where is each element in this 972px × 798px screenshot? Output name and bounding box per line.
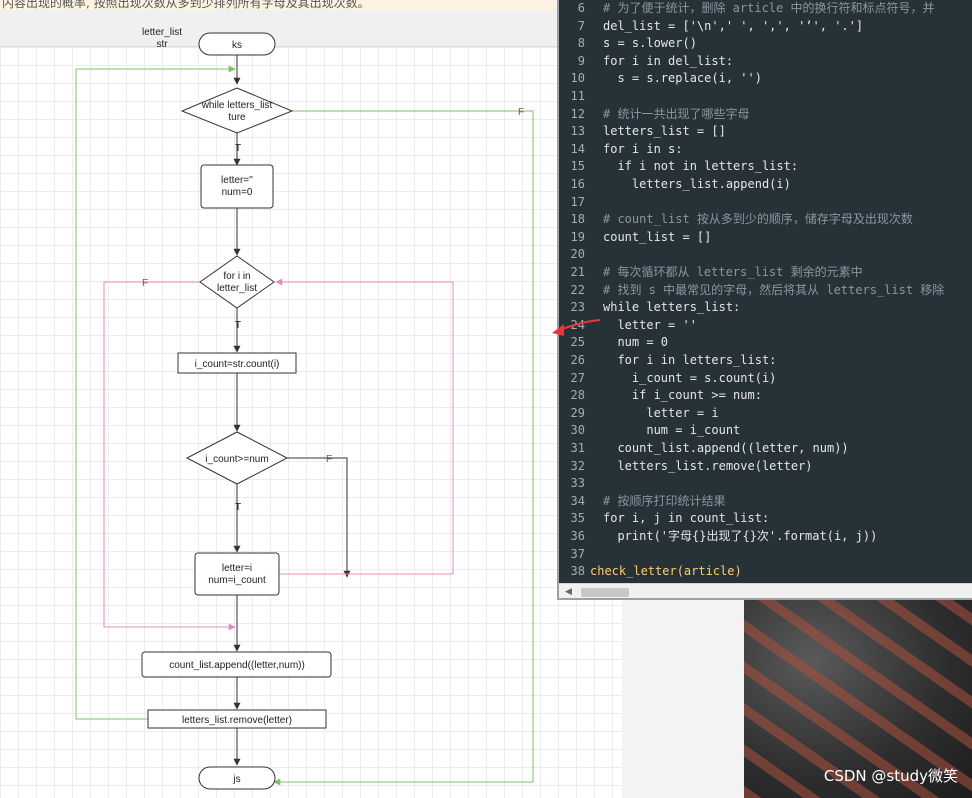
if-label: i_count>=num: [205, 454, 268, 465]
horizontal-scrollbar[interactable]: ◀: [559, 583, 972, 598]
append-label: count_list.append((letter,num)): [169, 660, 305, 671]
code-line: 35 for i, j in count_list:: [570, 511, 770, 526]
append-process[interactable]: count_list.append((letter,num)): [141, 651, 332, 678]
code-line: 8s = s.lower(): [577, 36, 697, 51]
code-line: 10 s = s.replace(i, ''): [570, 71, 762, 86]
while-false-label: F: [518, 107, 524, 118]
code-line: 17: [570, 194, 585, 209]
init-process[interactable]: letter='' num=0: [200, 164, 274, 209]
for-true-label: T: [235, 320, 241, 331]
flowchart: letter_list str ks while letters_list tu…: [75, 27, 534, 790]
code-line: 20: [570, 247, 585, 262]
code-line: 34 # 按顺序打印统计结果: [570, 493, 726, 508]
scrollbar-thumb[interactable]: [581, 588, 629, 597]
code-line: 9 for i in del_list:: [577, 53, 734, 68]
for-label-line1: for i in: [223, 271, 250, 282]
annotation-arrow: [552, 319, 601, 336]
code-line: 37: [570, 546, 585, 561]
code-line: 6 # 为了便于统计，删除 article 中的换行符和标点符号，并: [577, 1, 935, 15]
code-line: 7 del_list = ['\n',' ', ',', '’', '.']: [577, 18, 864, 33]
while-true-label: T: [235, 143, 241, 154]
count-label: i_count=str.count(i): [195, 359, 280, 370]
assign-line2: num=i_count: [208, 575, 266, 586]
code-line: 21 # 每次循环都从 letters_list 剩余的元素中: [570, 265, 863, 279]
while-label-line2: ture: [228, 112, 246, 123]
background-photo: CSDN @study微笑: [744, 600, 972, 798]
code-line: 28 if i_count >= num:: [570, 388, 762, 403]
code-area[interactable]: 6 # 为了便于统计，删除 article 中的换行符和标点符号，并 7 del_l…: [559, 0, 972, 583]
code-line: 13 letters_list = []: [570, 124, 726, 139]
init-line2: num=0: [222, 187, 253, 198]
triangle-left-icon[interactable]: ◀: [565, 587, 572, 597]
code-line: 11: [570, 89, 585, 103]
background-pane: [622, 600, 744, 798]
code-line: 14 for i in s:: [570, 141, 683, 156]
end-node[interactable]: js: [198, 766, 276, 790]
assign-line1: letter=i: [222, 563, 252, 574]
init-line1: letter='': [221, 175, 253, 186]
for-label-line2: letter_list: [217, 283, 257, 294]
input-label-str: str: [156, 39, 168, 50]
code-line: 24 letter = '': [570, 317, 697, 332]
end-node-label: js: [232, 774, 240, 785]
code-line: 16 letters_list.append(i): [570, 177, 791, 191]
code-line: 31 count_list.append((letter, num)): [570, 441, 849, 455]
code-line: 26 for i in letters_list:: [570, 353, 777, 367]
while-decision[interactable]: while letters_list ture: [180, 87, 294, 134]
code-line: 38 check_letter(article): [570, 564, 742, 579]
start-node[interactable]: ks: [198, 32, 276, 56]
for-decision[interactable]: for i in letter_list: [199, 255, 275, 309]
code-line: 25 num = 0: [570, 335, 669, 350]
input-label-letter-list: letter_list: [142, 27, 182, 38]
if-false-label: F: [326, 454, 332, 465]
while-label-line1: while letters_list: [201, 100, 273, 111]
code-editor-window: 6 # 为了便于统计，删除 article 中的换行符和标点符号，并 7 del_l…: [557, 0, 972, 600]
code-line: 33: [570, 476, 585, 491]
start-node-label: ks: [232, 40, 242, 51]
code-line: 29 letter = i: [570, 405, 719, 420]
code-line: 32 letters_list.remove(letter): [570, 458, 813, 473]
code-line: 18 # count_list 按从多到少的顺序，储存字母及出现次数: [570, 212, 913, 227]
code-line: 30 num = i_count: [570, 423, 741, 438]
code-line: 19 count_list = []: [570, 229, 712, 244]
code-line: 27 i_count = s.count(i): [570, 370, 777, 385]
code-line: 12 # 统计一共出现了哪些字母: [570, 106, 750, 121]
assign-process[interactable]: letter=i num=i_count: [194, 552, 280, 596]
code-line: 23 while letters_list:: [570, 300, 741, 315]
count-process[interactable]: i_count=str.count(i): [177, 352, 297, 374]
if-true-label: T: [235, 502, 241, 513]
remove-process[interactable]: letters_list.remove(letter): [147, 709, 327, 729]
code-line: 15 if i not in letters_list:: [570, 159, 799, 174]
csdn-watermark: CSDN @study微笑: [823, 767, 958, 785]
for-false-label: F: [142, 278, 148, 289]
remove-label: letters_list.remove(letter): [182, 715, 292, 726]
if-decision[interactable]: i_count>=num: [185, 431, 289, 485]
code-line: 22 # 找到 s 中最常见的字母，然后将其从 letters_list 移除: [570, 282, 945, 297]
code-line: 36 print('字母{}出现了{}次'.format(i, j)): [570, 529, 878, 543]
